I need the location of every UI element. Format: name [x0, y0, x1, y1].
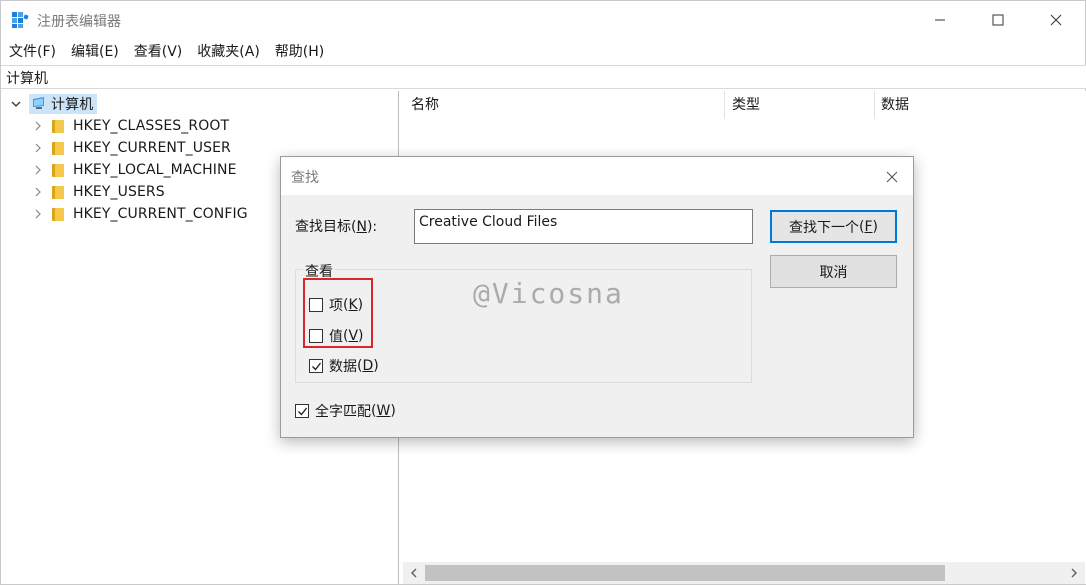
chevron-right-icon[interactable]	[31, 163, 45, 177]
option-data-label: 数据	[329, 359, 357, 375]
chevron-down-icon[interactable]	[9, 97, 23, 111]
menu-view[interactable]: 查看(V)	[126, 39, 190, 63]
menu-help[interactable]: 帮助(H)	[267, 39, 331, 63]
menu-bar: 文件(F) 编辑(E) 查看(V) 收藏夹(A) 帮助(H)	[1, 39, 1085, 63]
tree-item-label: HKEY_USERS	[73, 184, 165, 200]
hotkey: W	[376, 403, 391, 419]
regedit-window: 注册表编辑器 文件(F) 编辑(E) 查看(V) 收藏夹(A) 帮助(H) 计算…	[0, 0, 1086, 585]
close-icon	[886, 171, 898, 183]
find-next-label: 查找下一个	[789, 219, 859, 236]
tree-item-hkey-current-user[interactable]: HKEY_CURRENT_USER	[31, 137, 231, 159]
chevron-right-icon[interactable]	[31, 119, 45, 133]
regedit-icon	[11, 11, 29, 29]
vertical-scrollbar[interactable]	[1075, 91, 1086, 562]
close-icon	[1050, 14, 1062, 26]
checkbox-match-whole[interactable]	[295, 404, 309, 418]
option-match-whole[interactable]: 全字匹配(W)	[295, 401, 396, 421]
tree-item-computer-label-wrap: 计算机	[29, 94, 98, 114]
folder-icon	[51, 119, 65, 133]
chevron-right-icon[interactable]	[31, 141, 45, 155]
maximize-button[interactable]	[969, 1, 1027, 39]
find-target-label: 查找目标(N):	[295, 219, 378, 235]
address-bar[interactable]: 计算机	[1, 65, 1086, 89]
tree-item-hkey-current-config[interactable]: HKEY_CURRENT_CONFIG	[31, 203, 248, 225]
chevron-right-icon[interactable]	[31, 207, 45, 221]
menu-favorites[interactable]: 收藏夹(A)	[189, 39, 267, 63]
column-header-type[interactable]: 类型	[732, 91, 760, 119]
minimize-icon	[935, 19, 945, 21]
checkbox-data[interactable]	[309, 359, 323, 373]
hotkey: N	[356, 219, 367, 235]
hotkey: F	[864, 218, 873, 235]
close-button[interactable]	[1027, 1, 1085, 39]
highlight-annotation	[303, 278, 373, 348]
option-data[interactable]: 数据(D)	[309, 356, 379, 376]
tree-item-label: HKEY_CLASSES_ROOT	[73, 118, 230, 134]
dialog-title-bar[interactable]: 查找	[281, 157, 913, 195]
dialog-title: 查找	[291, 170, 319, 186]
scroll-right-icon[interactable]	[1065, 564, 1083, 582]
menu-edit[interactable]: 编辑(E)	[63, 39, 126, 63]
computer-icon	[31, 97, 47, 111]
checkmark-icon	[311, 362, 321, 370]
menu-file[interactable]: 文件(F)	[1, 39, 63, 63]
address-path: 计算机	[6, 71, 48, 87]
folder-icon	[51, 185, 65, 199]
window-title: 注册表编辑器	[37, 14, 121, 30]
minimize-button[interactable]	[911, 1, 969, 39]
cancel-button[interactable]: 取消	[770, 255, 897, 288]
dialog-close-button[interactable]	[881, 166, 903, 188]
checkmark-icon	[297, 407, 307, 415]
tree-item-computer[interactable]: 计算机	[9, 93, 98, 115]
tree-item-label: HKEY_CURRENT_USER	[73, 140, 231, 156]
watermark-text: @Vicosna	[473, 277, 624, 310]
column-header-name[interactable]: 名称	[411, 91, 439, 119]
title-bar[interactable]: 注册表编辑器	[1, 1, 1085, 39]
folder-icon	[51, 163, 65, 177]
tree-item-hkey-users[interactable]: HKEY_USERS	[31, 181, 165, 203]
scrollbar-thumb[interactable]	[425, 565, 945, 581]
column-divider[interactable]	[724, 91, 725, 119]
horizontal-scrollbar[interactable]	[403, 562, 1085, 584]
column-header-data[interactable]: 数据	[881, 91, 909, 119]
find-dialog: 查找 查找目标(N): 查找下一个(F) 取消 查看 项(K) 值(V) 数据(…	[280, 156, 914, 438]
tree-item-hkey-local-machine[interactable]: HKEY_LOCAL_MACHINE	[31, 159, 237, 181]
option-match-whole-label: 全字匹配	[315, 404, 371, 420]
column-divider[interactable]	[874, 91, 875, 119]
find-target-label-text: 查找目标	[295, 219, 351, 235]
find-target-input[interactable]	[414, 209, 753, 244]
chevron-right-icon[interactable]	[31, 185, 45, 199]
tree-item-label: 计算机	[51, 97, 94, 113]
tree-item-hkey-classes-root[interactable]: HKEY_CLASSES_ROOT	[31, 115, 229, 137]
tree-item-label: HKEY_LOCAL_MACHINE	[73, 162, 237, 178]
find-next-button[interactable]: 查找下一个(F)	[770, 210, 897, 243]
maximize-icon	[992, 14, 1004, 26]
tree-item-label: HKEY_CURRENT_CONFIG	[73, 206, 248, 222]
folder-icon	[51, 141, 65, 155]
folder-icon	[51, 207, 65, 221]
hotkey: D	[362, 358, 374, 374]
scroll-left-icon[interactable]	[405, 564, 423, 582]
